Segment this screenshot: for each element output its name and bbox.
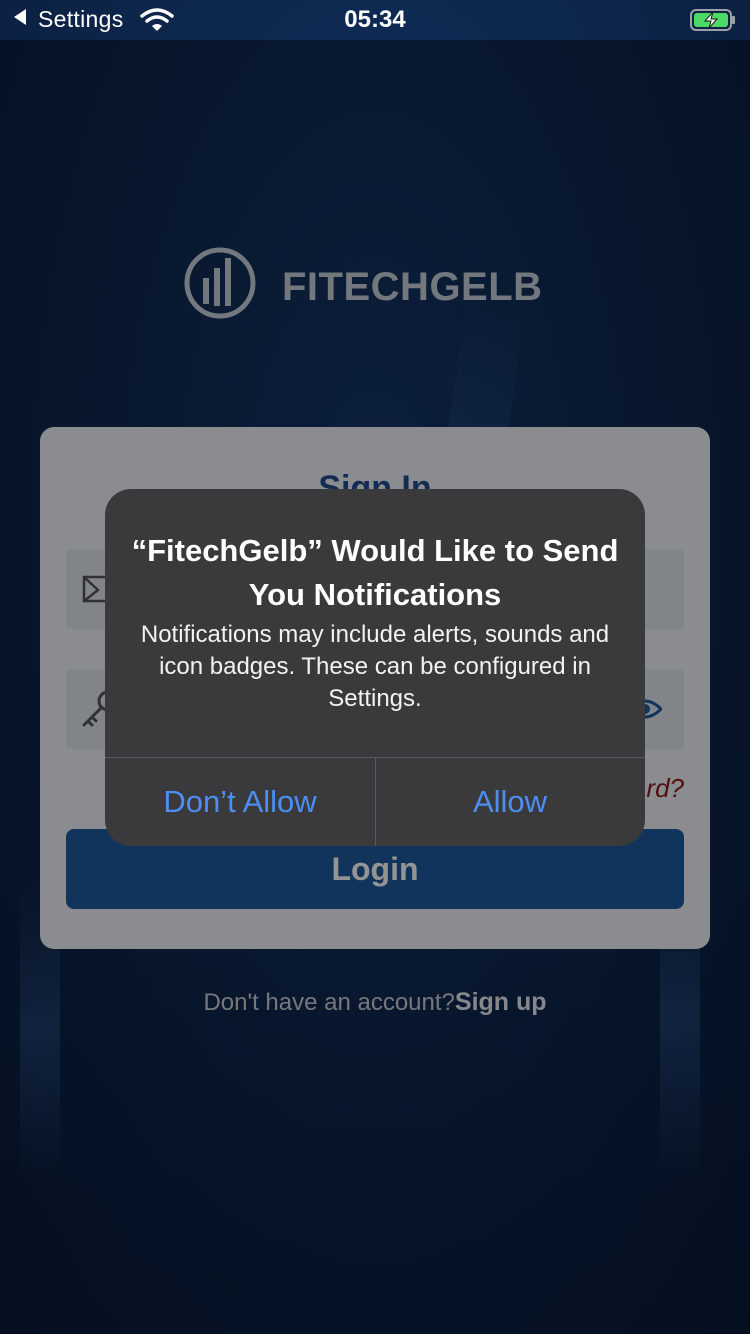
app-screen: Settings 05:34 FITECHGELB Sign In rd? Lo… [0, 0, 750, 1334]
status-time: 05:34 [344, 6, 406, 33]
allow-button[interactable]: Allow [375, 757, 645, 846]
dont-allow-button[interactable]: Don’t Allow [105, 757, 375, 846]
notification-permission-alert: “FitechGelb” Would Like to Send You Noti… [105, 489, 645, 846]
battery-charging-icon [690, 9, 735, 31]
status-bar: Settings 05:34 [0, 0, 750, 40]
alert-title: “FitechGelb” Would Like to Send You Noti… [131, 533, 619, 612]
alert-message: Notifications may include alerts, sounds… [140, 621, 610, 712]
